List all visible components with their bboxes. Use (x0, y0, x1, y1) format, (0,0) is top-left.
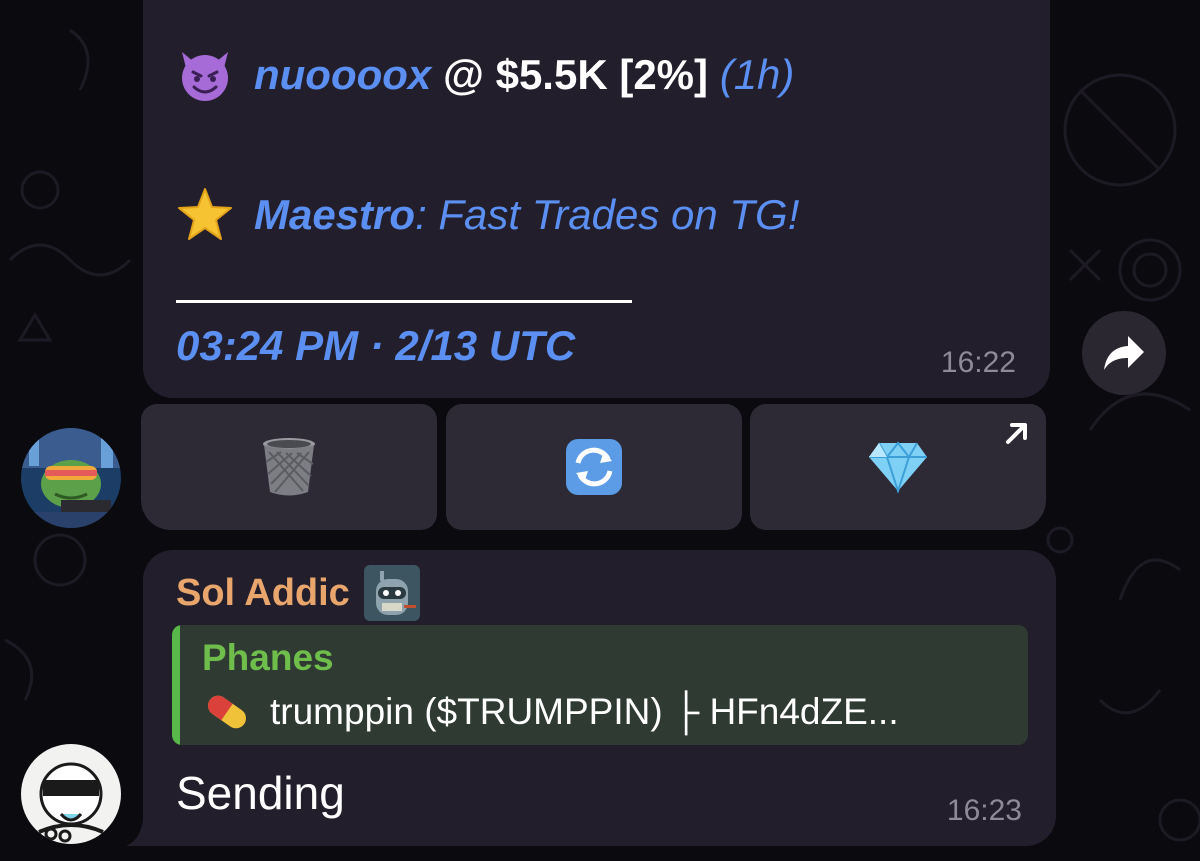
refresh-button[interactable] (446, 404, 742, 530)
diamond-icon (869, 441, 927, 493)
promo-link[interactable]: Maestro (254, 191, 415, 239)
forward-arrow-icon (1104, 336, 1144, 370)
reply-author: Phanes (202, 637, 334, 678)
delete-button[interactable] (141, 404, 437, 530)
forward-button[interactable] (1082, 311, 1166, 395)
avatar-sol-addic[interactable] (21, 744, 121, 844)
paren-open: ( (719, 51, 734, 98)
pill-icon (207, 695, 247, 729)
reply-quote[interactable]: Phanes trumppin ($TRUMPPIN) ├ HFn4dZE... (172, 625, 1028, 745)
avatar-bot[interactable] (21, 428, 121, 528)
price-text: @ $5.5K [2%] (431, 51, 720, 98)
separator-rule (176, 299, 632, 303)
message2-text: Sending (176, 767, 345, 819)
sender-name[interactable]: Sol Addic (176, 565, 420, 621)
reply-text-line: trumppin ($TRUMPPIN) ├ HFn4dZE... (202, 687, 899, 737)
promo-text[interactable]: : Fast Trades on TG! (415, 191, 799, 239)
message2-time: 16:23 (946, 794, 1022, 827)
paren-close: ) (780, 51, 795, 98)
censored-character-avatar-icon (21, 744, 121, 844)
gem-button[interactable] (750, 404, 1046, 530)
reply-bar (172, 625, 180, 745)
external-link-arrow-icon (1006, 423, 1027, 444)
timestamp-line: 03:24 PM · 2/13 UTC (176, 318, 575, 374)
reply-text: trumppin ($TRUMPPIN) ├ HFn4dZE... (270, 691, 899, 732)
bender-emoji-icon (363, 565, 420, 621)
separator (176, 296, 632, 306)
star-icon (178, 188, 232, 240)
sender-name-text: Sol Addic (176, 571, 350, 614)
refresh-icon (566, 439, 622, 495)
smiling-imp-icon (182, 52, 228, 101)
message1-time: 16:22 (940, 346, 1016, 379)
trash-icon (263, 438, 315, 496)
timeframe-link[interactable]: 1h (734, 51, 781, 99)
promo-line: Maestro : Fast Trades on TG! (176, 180, 799, 250)
timestamp-link[interactable]: 03:24 PM · 2/13 UTC (176, 322, 575, 370)
frog-trader-avatar-icon (21, 428, 121, 528)
message1-user-line: nuoooox @ $5.5K [2%] ( 1h ) (176, 40, 794, 110)
user-link[interactable]: nuoooox (254, 51, 431, 99)
